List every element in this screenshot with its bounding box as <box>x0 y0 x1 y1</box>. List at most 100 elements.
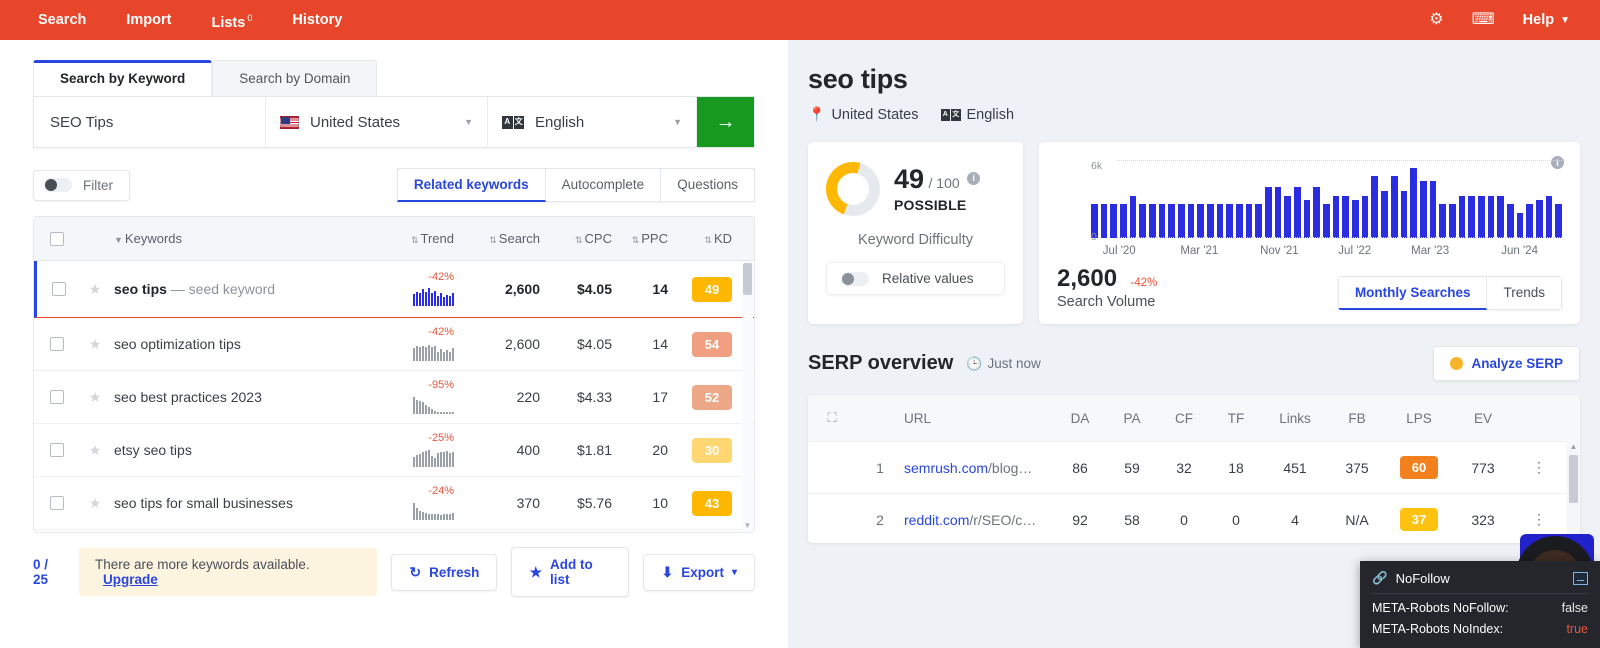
refresh-button[interactable]: ↻ Refresh <box>391 553 498 591</box>
select-all-checkbox[interactable] <box>50 231 64 246</box>
table-row[interactable]: ★ seo optimization tips -42% 2,600 $4.05 14 54 <box>34 318 754 371</box>
kd-badge: 43 <box>692 490 732 516</box>
row-favorite-cell: ★ <box>80 336 110 353</box>
tab-monthly-searches[interactable]: Monthly Searches <box>1337 276 1488 310</box>
table-row[interactable]: 1 semrush.com/blog… 86 59 32 18 451 375 60 773 ⋮ <box>808 441 1580 493</box>
tab-search-by-keyword[interactable]: Search by Keyword <box>33 60 213 96</box>
chart-bar <box>1274 187 1282 238</box>
url-cell[interactable]: reddit.com/r/SEO/c… <box>904 512 1054 528</box>
analyze-serp-button[interactable]: Analyze SERP <box>1433 346 1580 381</box>
tab-questions[interactable]: Questions <box>661 168 755 202</box>
header-keywords[interactable]: ▼ Keywords <box>110 231 392 246</box>
search-submit-button[interactable]: → <box>697 97 754 147</box>
keyboard-icon[interactable]: ⌨ <box>1472 12 1495 28</box>
header-lps: LPS <box>1406 410 1432 426</box>
header-ppc[interactable]: ⇅ PPC <box>612 231 668 246</box>
country-select[interactable]: United States ▼ <box>266 97 488 147</box>
toggle-switch[interactable] <box>841 271 869 286</box>
table-row[interactable]: ★ seo best practices 2023 -95% 220 $4.33 17 52 <box>34 371 754 424</box>
relative-values-toggle[interactable]: Relative values <box>826 262 1005 295</box>
star-icon[interactable]: ★ <box>89 442 102 459</box>
tab-trends[interactable]: Trends <box>1487 276 1562 310</box>
row-checkbox[interactable] <box>50 496 64 510</box>
links-cell: 451 <box>1283 459 1307 476</box>
header-search[interactable]: ⇅ Search <box>464 231 540 246</box>
nav-item-history[interactable]: History <box>272 0 362 40</box>
header-kd[interactable]: ⇅ KD <box>668 231 754 246</box>
nav-item-search[interactable]: Search <box>18 0 106 40</box>
pa-cell: 58 <box>1124 511 1140 528</box>
trend-sparkline <box>392 341 454 361</box>
help-menu[interactable]: Help ▼ <box>1523 12 1570 28</box>
trend-percent: -25% <box>428 432 454 444</box>
header-trend[interactable]: ⇅ Trend <box>392 231 464 246</box>
scroll-down-arrow-icon[interactable]: ▼ <box>742 518 753 532</box>
url-link[interactable]: semrush.com <box>904 460 988 476</box>
cpc-cell: $4.33 <box>576 389 612 405</box>
keyword-input[interactable] <box>34 97 266 147</box>
tab-autocomplete[interactable]: Autocomplete <box>545 168 662 202</box>
gridline-top <box>1117 160 1562 161</box>
table-row[interactable]: ★ seo tips — seed keyword -42% 2,600 $4.05 14… <box>34 261 754 318</box>
gear-icon[interactable]: ⚙ <box>1429 12 1443 28</box>
toggle-switch[interactable] <box>44 178 72 192</box>
chart-bar <box>1535 200 1543 238</box>
kd-max: / 100 <box>928 174 960 191</box>
keyword-type-tabs: Related keywords Autocomplete Questions <box>396 168 755 202</box>
table-row[interactable]: ★ etsy seo tips -25% 400 $1.81 20 30 <box>34 424 754 477</box>
scrollbar-thumb[interactable] <box>743 263 752 295</box>
keyword-difficulty-card: 49 / 100 i POSSIBLE Keyword Difficulty R… <box>808 142 1023 324</box>
add-to-list-button[interactable]: ★ Add to list <box>511 547 630 597</box>
nav-item-import[interactable]: Import <box>106 0 191 40</box>
row-checkbox[interactable] <box>51 282 66 296</box>
star-icon[interactable]: ★ <box>89 495 102 512</box>
row-select-cell <box>37 282 80 296</box>
header-cpc[interactable]: ⇅ CPC <box>540 231 612 246</box>
button-label: Refresh <box>429 564 480 580</box>
chart-bar <box>1526 204 1533 238</box>
ppc-cell: 20 <box>652 442 668 458</box>
kd-state-label: POSSIBLE <box>894 196 967 213</box>
nav-item-lists[interactable]: Lists 0 <box>191 0 272 42</box>
clock-icon: 🕒 <box>966 355 983 371</box>
row-menu-button[interactable]: ⋮ <box>1514 459 1564 476</box>
row-checkbox[interactable] <box>50 390 64 404</box>
export-button[interactable]: ⬇ Export ▾ <box>643 553 755 591</box>
row-checkbox[interactable] <box>50 443 64 457</box>
minimize-icon[interactable]: ⚊ <box>1573 572 1588 585</box>
serp-table-scrollbar[interactable]: ▲ <box>1567 441 1580 543</box>
info-icon[interactable]: i <box>967 171 981 185</box>
row-checkbox[interactable] <box>50 337 64 351</box>
url-link[interactable]: reddit.com <box>904 512 969 528</box>
star-icon[interactable]: ★ <box>89 281 102 298</box>
nav-item-label: Lists <box>211 14 246 31</box>
tab-related-keywords[interactable]: Related keywords <box>396 168 546 202</box>
row-menu-button[interactable]: ⋮ <box>1514 511 1564 528</box>
tab-search-by-domain[interactable]: Search by Domain <box>212 60 378 96</box>
keyword-cell: etsy seo tips <box>110 442 392 458</box>
trend-cell: -42% <box>392 327 464 361</box>
chart-bar <box>1342 196 1350 238</box>
language-select[interactable]: A文 English ▼ <box>488 97 697 147</box>
upgrade-link[interactable]: Upgrade <box>103 572 158 587</box>
star-icon[interactable]: ★ <box>89 389 102 406</box>
filter-toggle[interactable]: Filter <box>33 169 130 201</box>
header-label: CPC <box>584 231 612 246</box>
url-cell[interactable]: semrush.com/blog… <box>904 460 1054 476</box>
keyword-label: seo tips <box>114 281 167 297</box>
search-volume-delta: -42% <box>1130 277 1158 289</box>
expand-icon[interactable]: ⛶ <box>808 410 856 426</box>
scroll-up-arrow-icon[interactable]: ▲ <box>1567 441 1580 453</box>
language-icon: A文 <box>940 108 961 121</box>
scrollbar-thumb[interactable] <box>1569 455 1578 503</box>
header-url: URL <box>904 410 932 426</box>
top-navigation-bar: Search Import Lists 0 History ⚙ ⌨ Help ▼ <box>0 0 1600 40</box>
search-volume-cell: 220 <box>516 389 540 405</box>
x-axis-tick-label: Jul '20 <box>1102 245 1136 257</box>
lps-cell: 60 <box>1386 456 1452 479</box>
keyword-table-scrollbar[interactable] <box>742 261 753 518</box>
nav-item-label: Search <box>38 12 87 28</box>
star-icon[interactable]: ★ <box>89 336 102 353</box>
table-row[interactable]: 2 reddit.com/r/SEO/c… 92 58 0 0 4 N/A 37 323 ⋮ <box>808 493 1580 543</box>
table-row[interactable]: ★ seo tips for small businesses -24% 370 $5.… <box>34 477 754 530</box>
